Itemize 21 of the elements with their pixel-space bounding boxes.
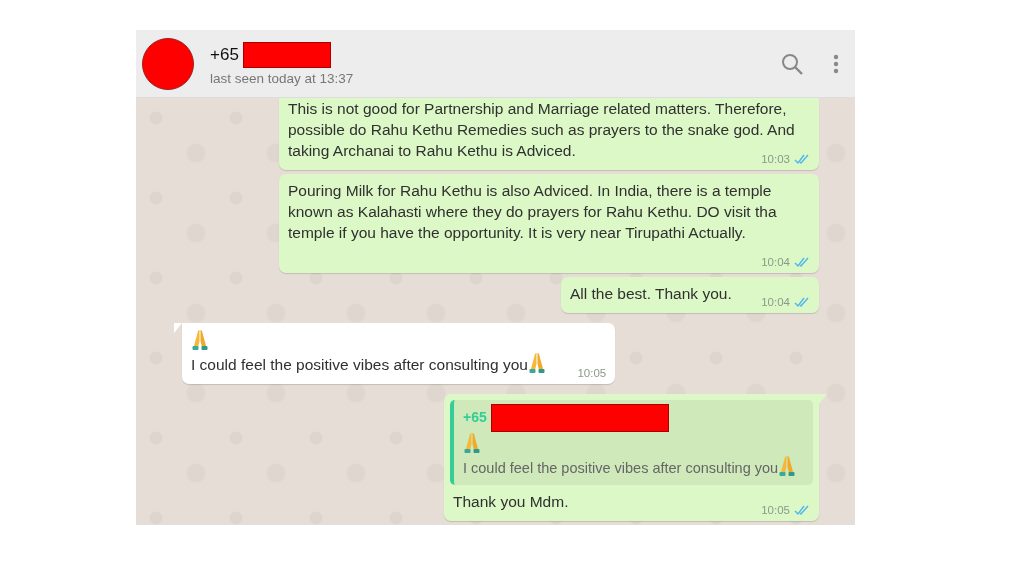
avatar[interactable] bbox=[142, 37, 194, 90]
contact-name: +65 bbox=[210, 44, 239, 65]
praying-hands-icon bbox=[778, 455, 797, 477]
quoted-author: +65 bbox=[463, 409, 487, 426]
praying-hands-icon bbox=[463, 432, 481, 454]
quoted-message[interactable]: +65 I could feel the positive vibes after consulting you bbox=[450, 400, 813, 485]
praying-hands-icon bbox=[191, 329, 209, 351]
message-time: 10:04 bbox=[761, 255, 790, 269]
message-text: All the best. Thank you. bbox=[570, 285, 732, 302]
menu-icon[interactable] bbox=[833, 53, 839, 74]
quoted-text: I could feel the positive vibes after consulting you bbox=[463, 460, 779, 476]
message-text: Thank you Mdm. bbox=[453, 493, 569, 510]
message-time: 10:05 bbox=[761, 503, 790, 517]
message-time: 10:03 bbox=[761, 152, 790, 166]
last-seen-status: last seen today at 13:37 bbox=[210, 70, 355, 86]
message-text: I could feel the positive vibes after consulting you bbox=[191, 356, 528, 373]
message-time: 10:04 bbox=[761, 295, 790, 309]
praying-hands-icon bbox=[527, 352, 546, 374]
message-time: 10:05 bbox=[577, 366, 607, 380]
message-text: Pouring Milk for Rahu Kethu is also Adviced. In India, there is a temple known as Kalahasti where they do prayers for Rahu Kethu. DO visit tha temple if you have the opportunity. It is very near Tirupathi Actually. bbox=[288, 182, 777, 241]
search-icon[interactable] bbox=[781, 52, 803, 75]
